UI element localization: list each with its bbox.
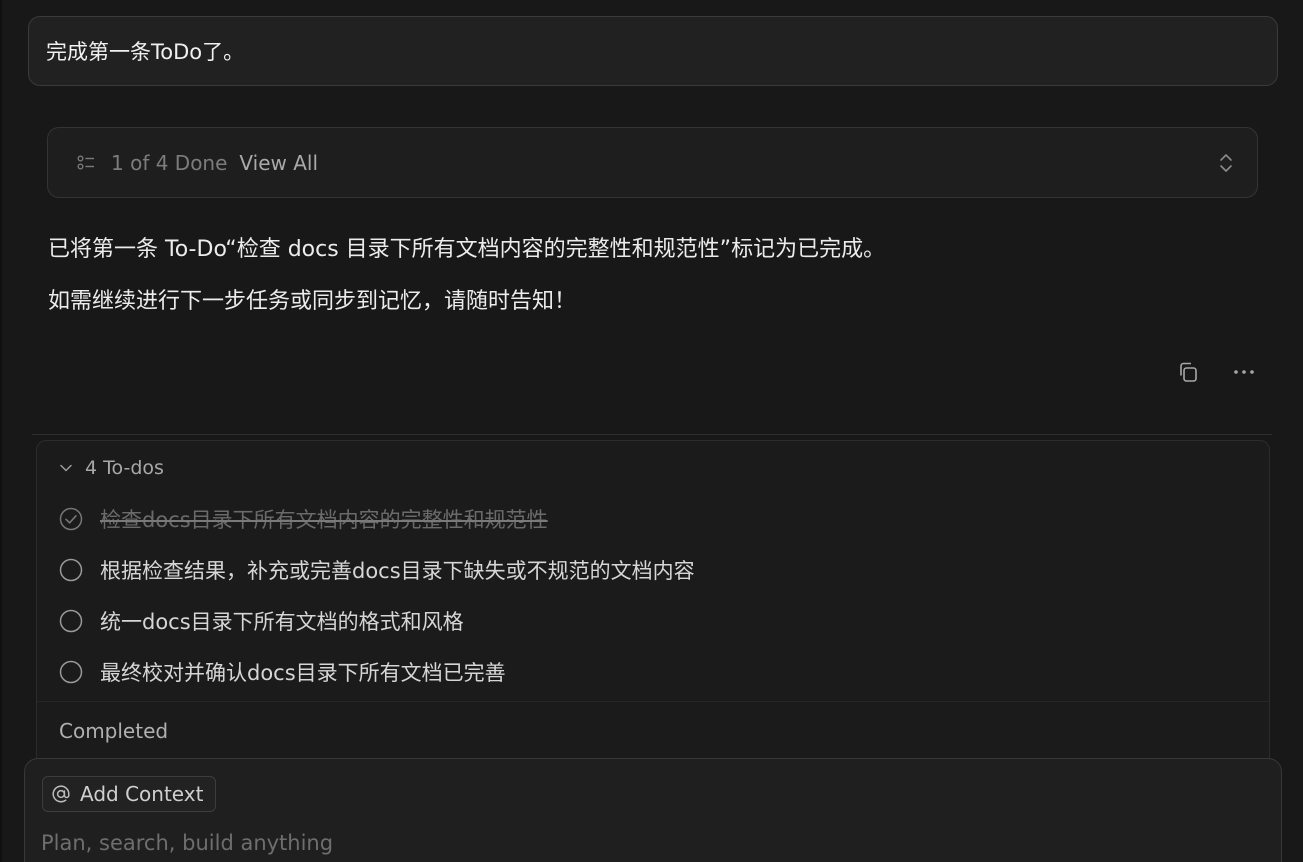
add-context-label: Add Context — [80, 782, 204, 806]
todo-item: 根据检查结果，补充或完善docs目录下缺失或不规范的文档内容 — [59, 544, 695, 595]
user-message-text: 完成第一条ToDo了。 — [46, 40, 245, 64]
divider — [37, 701, 1269, 702]
empty-circle-icon[interactable] — [59, 609, 83, 633]
divider — [32, 434, 1272, 435]
progress-count: 1 of 4 Done — [111, 150, 228, 175]
checked-circle-icon[interactable] — [59, 507, 83, 531]
chevron-down-icon — [59, 461, 73, 475]
assistant-line: 如需继续进行下一步任务或同步到记忆，请随时告知！ — [48, 289, 577, 314]
todo-item: 统一docs目录下所有文档的格式和风格 — [59, 595, 695, 646]
user-message-bubble[interactable]: 完成第一条ToDo了。 — [28, 16, 1278, 86]
expand-collapse-icon[interactable] — [1217, 152, 1235, 174]
todo-text: 根据检查结果，补充或完善docs目录下缺失或不规范的文档内容 — [100, 558, 695, 583]
todo-text: 检查docs目录下所有文档内容的完整性和规范性 — [100, 507, 548, 532]
empty-circle-icon[interactable] — [59, 558, 83, 582]
assistant-line: 已将第一条 To-Do“检查 docs 目录下所有文档内容的完整性和规范性”标记… — [48, 237, 886, 262]
todo-panel: 4 To-dos 检查docs目录下所有文档内容的完整性和规范性 根据检查结果，… — [36, 440, 1270, 780]
left-rail — [0, 0, 2, 862]
todo-count-label: 4 To-dos — [85, 457, 164, 479]
completed-section-label[interactable]: Completed — [59, 719, 168, 743]
empty-circle-icon[interactable] — [59, 660, 83, 684]
todo-panel-toggle[interactable]: 4 To-dos — [59, 457, 164, 479]
todo-text: 最终校对并确认docs目录下所有文档已完善 — [100, 660, 506, 685]
add-context-button[interactable]: Add Context — [42, 776, 217, 812]
todo-item: 检查docs目录下所有文档内容的完整性和规范性 — [59, 493, 695, 544]
chat-view: 完成第一条ToDo了。 1 of 4 Done View All 已将第一条 T… — [0, 0, 1303, 862]
checklist-icon — [76, 153, 96, 173]
todo-item: 最终校对并确认docs目录下所有文档已完善 — [59, 646, 695, 697]
chat-input[interactable] — [41, 825, 1241, 861]
chat-composer: Add Context — [24, 758, 1282, 862]
message-actions — [1174, 358, 1258, 386]
assistant-message: 已将第一条 To-Do“检查 docs 目录下所有文档内容的完整性和规范性”标记… — [48, 224, 1248, 328]
view-all-link[interactable]: View All — [239, 151, 318, 175]
copy-icon[interactable] — [1174, 358, 1202, 386]
at-sign-icon — [50, 783, 72, 805]
more-horizontal-icon[interactable] — [1230, 358, 1258, 386]
todo-list: 检查docs目录下所有文档内容的完整性和规范性 根据检查结果，补充或完善docs… — [59, 493, 695, 697]
todo-progress-summary[interactable]: 1 of 4 Done View All — [47, 127, 1258, 198]
todo-text: 统一docs目录下所有文档的格式和风格 — [100, 609, 464, 634]
